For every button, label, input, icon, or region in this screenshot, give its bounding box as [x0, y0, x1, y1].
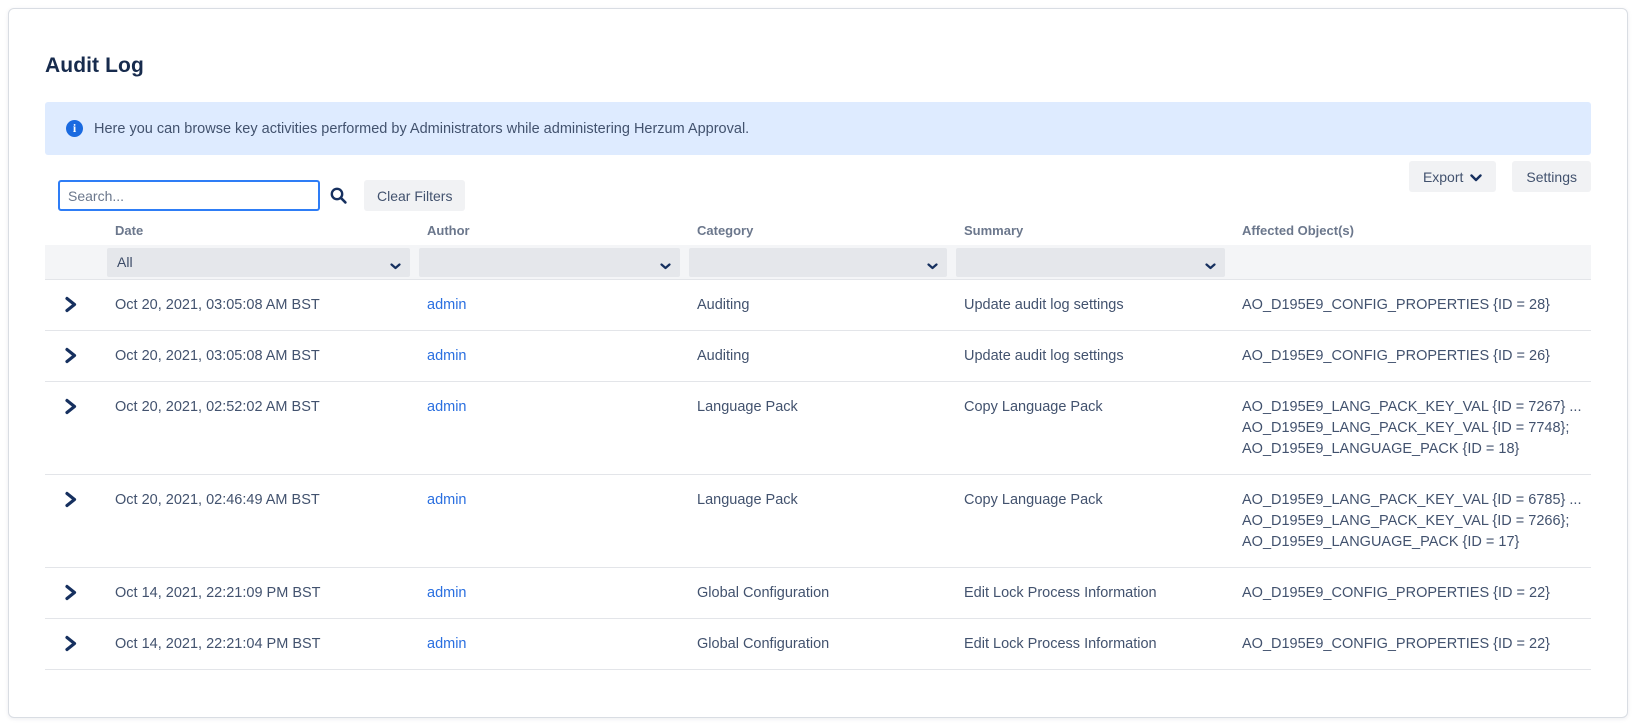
search-area: Clear Filters	[58, 180, 465, 211]
row-date: Oct 20, 2021, 02:46:49 AM BST	[107, 490, 419, 553]
audit-log-panel: Audit Log i Here you can browse key acti…	[8, 8, 1628, 718]
row-author-link[interactable]: admin	[427, 348, 467, 364]
date-filter-select[interactable]: All	[107, 248, 410, 277]
export-button-label: Export	[1423, 169, 1463, 185]
row-category: Global Configuration	[689, 634, 956, 655]
expand-row-button[interactable]	[61, 490, 79, 508]
expand-cell	[45, 346, 107, 367]
row-category: Language Pack	[689, 490, 956, 553]
expand-row-button[interactable]	[61, 295, 79, 313]
row-author-link[interactable]: admin	[427, 492, 467, 508]
row-author-cell: admin	[419, 583, 689, 604]
row-affected-objects: AO_D195E9_CONFIG_PROPERTIES {ID = 28}	[1234, 295, 1591, 316]
summary-filter-select[interactable]	[956, 248, 1225, 277]
row-author-cell: admin	[419, 490, 689, 553]
page-title: Audit Log	[45, 54, 1591, 78]
row-author-cell: admin	[419, 634, 689, 655]
row-affected-objects: AO_D195E9_LANG_PACK_KEY_VAL {ID = 7267} …	[1234, 397, 1591, 460]
row-summary: Update audit log settings	[956, 295, 1234, 316]
row-author-link[interactable]: admin	[427, 585, 467, 601]
row-summary: Update audit log settings	[956, 346, 1234, 367]
row-summary: Copy Language Pack	[956, 490, 1234, 553]
info-banner: i Here you can browse key activities per…	[45, 102, 1591, 155]
row-affected-objects: AO_D195E9_CONFIG_PROPERTIES {ID = 22}	[1234, 634, 1591, 655]
info-banner-text: Here you can browse key activities perfo…	[94, 121, 749, 137]
row-author-cell: admin	[419, 346, 689, 367]
chevron-down-icon	[390, 257, 401, 273]
row-category: Global Configuration	[689, 583, 956, 604]
column-header-affected-objects: Affected Object(s)	[1234, 223, 1591, 238]
column-header-author: Author	[419, 223, 689, 238]
row-date: Oct 20, 2021, 03:05:08 AM BST	[107, 346, 419, 367]
row-author-link[interactable]: admin	[427, 399, 467, 415]
row-date: Oct 14, 2021, 22:21:04 PM BST	[107, 634, 419, 655]
actions-area: Export Settings	[1409, 161, 1591, 192]
row-affected-objects: AO_D195E9_CONFIG_PROPERTIES {ID = 26}	[1234, 346, 1591, 367]
table-row: Oct 20, 2021, 03:05:08 AM BST admin Audi…	[45, 280, 1591, 331]
row-category: Language Pack	[689, 397, 956, 460]
table-header-row: Date Author Category Summary Affected Ob…	[45, 217, 1591, 245]
row-summary: Edit Lock Process Information	[956, 583, 1234, 604]
row-affected-objects: AO_D195E9_CONFIG_PROPERTIES {ID = 22}	[1234, 583, 1591, 604]
expand-cell	[45, 397, 107, 460]
row-author-cell: admin	[419, 295, 689, 316]
clear-filters-button[interactable]: Clear Filters	[364, 180, 465, 211]
expand-cell	[45, 634, 107, 655]
table-row: Oct 20, 2021, 02:46:49 AM BST admin Lang…	[45, 475, 1591, 568]
chevron-down-icon	[660, 257, 671, 273]
search-input[interactable]	[58, 180, 320, 211]
table-row: Oct 14, 2021, 22:21:09 PM BST admin Glob…	[45, 568, 1591, 619]
row-date: Oct 20, 2021, 02:52:02 AM BST	[107, 397, 419, 460]
column-header-summary: Summary	[956, 223, 1234, 238]
expand-cell	[45, 490, 107, 553]
row-affected-objects: AO_D195E9_LANG_PACK_KEY_VAL {ID = 6785} …	[1234, 490, 1591, 553]
toolbar: Clear Filters Export Settings	[45, 161, 1591, 217]
export-button[interactable]: Export	[1409, 161, 1496, 192]
row-category: Auditing	[689, 295, 956, 316]
row-date: Oct 14, 2021, 22:21:09 PM BST	[107, 583, 419, 604]
info-icon: i	[66, 120, 83, 137]
row-author-cell: admin	[419, 397, 689, 460]
expand-cell	[45, 295, 107, 316]
table-row: Oct 20, 2021, 03:05:08 AM BST admin Audi…	[45, 331, 1591, 382]
chevron-down-icon	[927, 257, 938, 273]
table-row: Oct 14, 2021, 22:21:04 PM BST admin Glob…	[45, 619, 1591, 670]
row-author-link[interactable]: admin	[427, 297, 467, 313]
row-category: Auditing	[689, 346, 956, 367]
expand-row-button[interactable]	[61, 583, 79, 601]
settings-button[interactable]: Settings	[1512, 161, 1591, 192]
table-filter-row: All	[45, 245, 1591, 280]
chevron-down-icon	[1205, 257, 1216, 273]
table-body: Oct 20, 2021, 03:05:08 AM BST admin Audi…	[45, 280, 1591, 670]
row-summary: Copy Language Pack	[956, 397, 1234, 460]
row-date: Oct 20, 2021, 03:05:08 AM BST	[107, 295, 419, 316]
author-filter-select[interactable]	[419, 248, 680, 277]
search-icon[interactable]	[329, 186, 348, 205]
column-header-date: Date	[107, 223, 419, 238]
chevron-down-icon	[1470, 169, 1482, 185]
expand-row-button[interactable]	[61, 346, 79, 364]
category-filter-select[interactable]	[689, 248, 947, 277]
expand-cell	[45, 583, 107, 604]
table-row: Oct 20, 2021, 02:52:02 AM BST admin Lang…	[45, 382, 1591, 475]
date-filter-value: All	[117, 254, 133, 270]
row-summary: Edit Lock Process Information	[956, 634, 1234, 655]
audit-log-table: Date Author Category Summary Affected Ob…	[45, 217, 1591, 670]
column-header-category: Category	[689, 223, 956, 238]
expand-row-button[interactable]	[61, 634, 79, 652]
expand-row-button[interactable]	[61, 397, 79, 415]
row-author-link[interactable]: admin	[427, 636, 467, 652]
